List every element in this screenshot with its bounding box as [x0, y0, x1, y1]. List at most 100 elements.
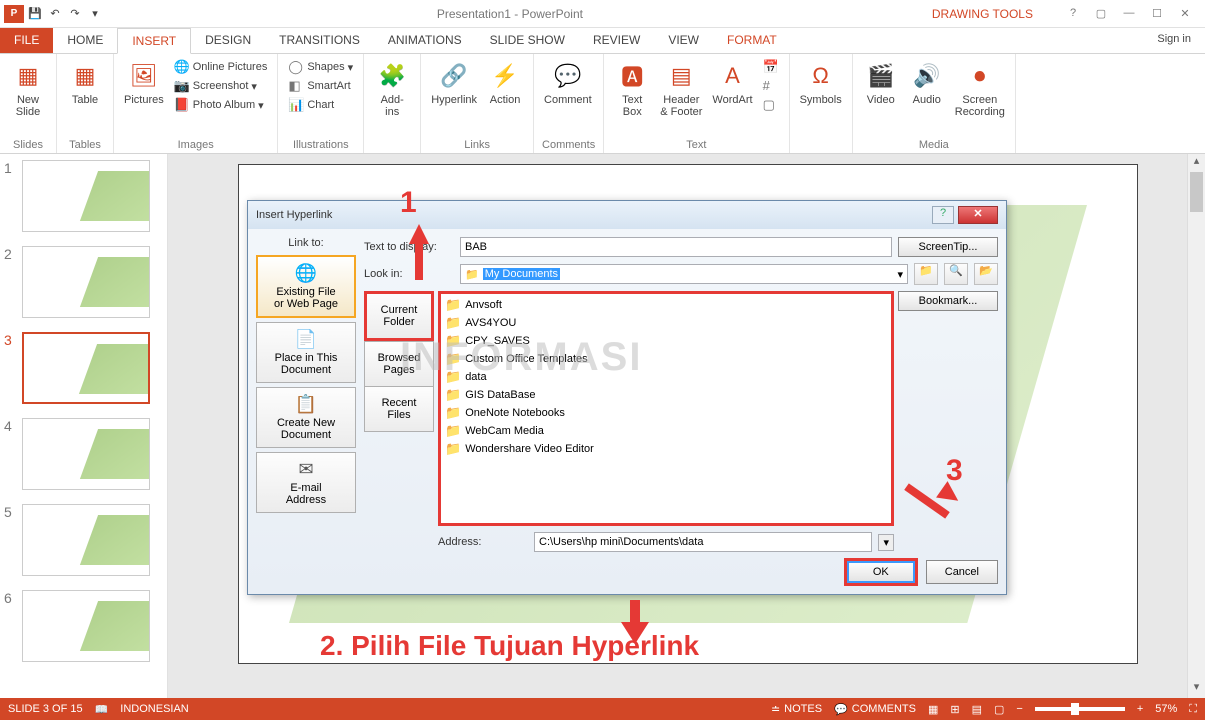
table-button[interactable]: ▦Table: [65, 58, 105, 108]
up-folder-icon[interactable]: 📁: [914, 263, 938, 285]
bookmark-button[interactable]: Bookmark...: [898, 291, 998, 311]
dialog-help-icon[interactable]: ?: [932, 206, 954, 224]
chart-button[interactable]: 📊Chart: [286, 96, 355, 114]
symbols-button[interactable]: ΩSymbols: [798, 58, 844, 108]
spellcheck-icon[interactable]: 📖: [95, 703, 109, 716]
ribbon-options-icon[interactable]: ▢: [1091, 7, 1111, 20]
zoom-slider[interactable]: [1035, 707, 1125, 711]
fit-to-window-icon[interactable]: ⛶: [1189, 703, 1197, 716]
textbox-button[interactable]: 🅰Text Box: [612, 58, 652, 120]
text-display-input[interactable]: [460, 237, 892, 257]
sign-in-link[interactable]: Sign in: [1143, 28, 1205, 53]
screentip-button[interactable]: ScreenTip...: [898, 237, 998, 257]
list-item[interactable]: 📁GIS DataBase: [443, 386, 889, 404]
slide-counter[interactable]: SLIDE 3 OF 15: [8, 703, 83, 715]
file-list[interactable]: 📁Anvsoft 📁AVS4YOU 📁CPY_SAVES 📁Custom Off…: [438, 291, 894, 526]
tab-view[interactable]: VIEW: [654, 28, 713, 53]
browse-file-icon[interactable]: 📂: [974, 263, 998, 285]
list-item[interactable]: 📁data: [443, 368, 889, 386]
ribbon: ▦New Slide Slides ▦Table Tables 🖼Picture…: [0, 54, 1205, 154]
slide-thumb-5[interactable]: [22, 504, 150, 576]
tab-format[interactable]: FORMAT: [713, 28, 791, 53]
list-item[interactable]: 📁CPY_SAVES: [443, 332, 889, 350]
vertical-scrollbar[interactable]: ▴ ▾: [1187, 154, 1205, 698]
list-item[interactable]: 📁WebCam Media: [443, 422, 889, 440]
dialog-titlebar[interactable]: Insert Hyperlink ? ✕: [248, 201, 1006, 229]
video-button[interactable]: 🎬Video: [861, 58, 901, 108]
ok-button[interactable]: OK: [844, 558, 918, 586]
dialog-close-icon[interactable]: ✕: [958, 206, 998, 224]
address-dropdown-icon[interactable]: ▾: [878, 534, 894, 551]
hyperlink-button[interactable]: 🔗Hyperlink: [429, 58, 479, 108]
header-footer-button[interactable]: ▤Header & Footer: [658, 58, 704, 120]
list-item[interactable]: 📁Wondershare Video Editor: [443, 440, 889, 458]
notes-button[interactable]: ≐ NOTES: [771, 703, 822, 716]
tab-insert[interactable]: INSERT: [117, 28, 191, 54]
pictures-button[interactable]: 🖼Pictures: [122, 58, 166, 108]
object-button[interactable]: ▢: [761, 96, 781, 114]
slideshow-view-icon[interactable]: ▢: [994, 703, 1004, 716]
help-icon[interactable]: ?: [1063, 7, 1083, 20]
start-slideshow-icon[interactable]: ▾: [86, 5, 104, 23]
group-text: Text: [612, 137, 780, 151]
tab-home[interactable]: HOME: [53, 28, 117, 53]
screenshot-button[interactable]: 📷Screenshot▾: [172, 77, 270, 95]
language-indicator[interactable]: INDONESIAN: [120, 703, 188, 715]
lookin-dropdown[interactable]: 📁My Documents ▾: [460, 264, 908, 284]
audio-button[interactable]: 🔊Audio: [907, 58, 947, 108]
current-folder-button[interactable]: Current Folder: [364, 291, 434, 341]
tab-file[interactable]: FILE: [0, 28, 53, 53]
window-controls: ? ▢ — ☐ ✕: [1053, 7, 1205, 20]
slide-thumb-3[interactable]: [22, 332, 150, 404]
save-icon[interactable]: 💾: [26, 5, 44, 23]
comments-button[interactable]: 💬 COMMENTS: [834, 703, 916, 716]
linkto-email[interactable]: ✉E-mail Address: [256, 452, 356, 513]
cancel-button[interactable]: Cancel: [926, 560, 998, 584]
browsed-pages-button[interactable]: Browsed Pages: [364, 341, 434, 386]
close-icon[interactable]: ✕: [1175, 7, 1195, 20]
date-time-button[interactable]: 📅: [761, 58, 781, 76]
linkto-existing-file[interactable]: 🌐Existing File or Web Page: [256, 255, 356, 318]
recent-files-button[interactable]: Recent Files: [364, 386, 434, 432]
minimize-icon[interactable]: —: [1119, 7, 1139, 20]
maximize-icon[interactable]: ☐: [1147, 7, 1167, 20]
linkto-place-in-doc[interactable]: 📄Place in This Document: [256, 322, 356, 383]
wordart-button[interactable]: AWordArt: [710, 58, 754, 108]
zoom-level[interactable]: 57%: [1155, 703, 1177, 715]
tab-design[interactable]: DESIGN: [191, 28, 265, 53]
address-input[interactable]: [534, 532, 872, 552]
list-item[interactable]: 📁AVS4YOU: [443, 314, 889, 332]
tab-slideshow[interactable]: SLIDE SHOW: [476, 28, 579, 53]
new-slide-button[interactable]: ▦New Slide: [8, 58, 48, 120]
slide-thumb-4[interactable]: [22, 418, 150, 490]
tab-review[interactable]: REVIEW: [579, 28, 654, 53]
linkto-create-new[interactable]: 📋Create New Document: [256, 387, 356, 448]
zoom-in-icon[interactable]: +: [1137, 703, 1143, 715]
redo-icon[interactable]: ↷: [66, 5, 84, 23]
online-pictures-button[interactable]: 🌐Online Pictures: [172, 58, 270, 76]
reading-view-icon[interactable]: ▤: [972, 703, 982, 716]
addins-button[interactable]: 🧩Add- ins: [372, 58, 412, 120]
shapes-button[interactable]: ◯Shapes▾: [286, 58, 355, 76]
slide-thumbnails-panel[interactable]: 1 2 3 4 5 6: [0, 154, 168, 698]
group-illustrations: Illustrations: [286, 137, 355, 151]
browse-web-icon[interactable]: 🔍: [944, 263, 968, 285]
undo-icon[interactable]: ↶: [46, 5, 64, 23]
slide-thumb-1[interactable]: [22, 160, 150, 232]
list-item[interactable]: 📁Custom Office Templates: [443, 350, 889, 368]
normal-view-icon[interactable]: ▦: [928, 703, 938, 716]
zoom-out-icon[interactable]: −: [1016, 703, 1022, 715]
slide-number-button[interactable]: #: [761, 77, 781, 95]
sorter-view-icon[interactable]: ⊞: [950, 703, 959, 716]
screen-recording-button[interactable]: ⏺Screen Recording: [953, 58, 1007, 120]
smartart-button[interactable]: ◧SmartArt: [286, 77, 355, 95]
action-button[interactable]: ⚡Action: [485, 58, 525, 108]
list-item[interactable]: 📁Anvsoft: [443, 296, 889, 314]
photo-album-button[interactable]: 📕Photo Album▾: [172, 96, 270, 114]
slide-thumb-2[interactable]: [22, 246, 150, 318]
slide-thumb-6[interactable]: [22, 590, 150, 662]
comment-button[interactable]: 💬Comment: [542, 58, 594, 108]
tab-animations[interactable]: ANIMATIONS: [374, 28, 476, 53]
tab-transitions[interactable]: TRANSITIONS: [265, 28, 374, 53]
list-item[interactable]: 📁OneNote Notebooks: [443, 404, 889, 422]
